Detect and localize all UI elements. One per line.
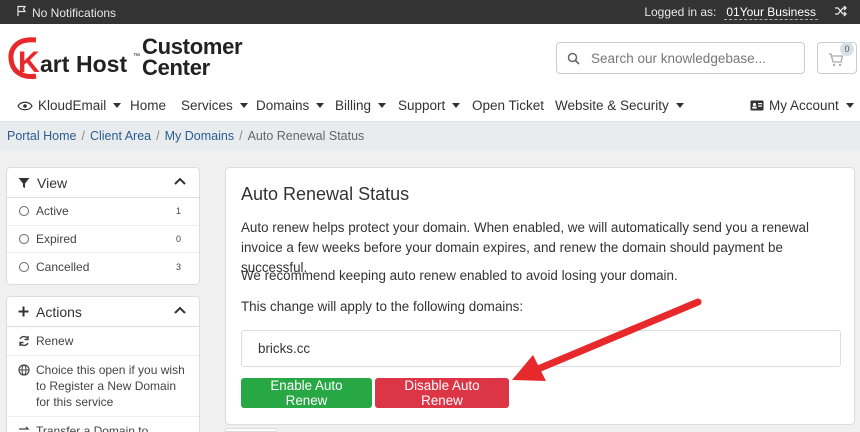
site-header: K art Host ™ Customer Center 0 [0, 24, 860, 90]
chevron-down-icon [239, 103, 248, 108]
logged-in-info: Logged in as: 01Your Business [644, 5, 818, 20]
breadcrumb-portal-home[interactable]: Portal Home [7, 129, 76, 143]
top-bar: No Notifications Logged in as: 01Your Bu… [0, 0, 860, 24]
svg-text:art: art [40, 51, 70, 77]
filter-icon [18, 177, 30, 188]
main-navbar: KloudEmail Home Services Domains Billing… [0, 90, 860, 122]
count-badge: 1 [175, 206, 181, 217]
svg-text:K: K [18, 46, 40, 79]
logged-in-label: Logged in as: [644, 5, 717, 19]
auto-renewal-card: Auto Renewal Status Auto renew helps pro… [225, 167, 855, 425]
breadcrumb-my-domains[interactable]: My Domains [165, 129, 234, 143]
disable-auto-renew-button[interactable]: Disable Auto Renew [375, 378, 509, 408]
actions-panel-header[interactable]: Actions [7, 297, 199, 327]
action-register-domain[interactable]: Choice this open if you wish to Register… [7, 356, 199, 417]
notifications-link[interactable]: No Notifications [16, 5, 116, 20]
transfer-icon [19, 426, 30, 430]
filter-cancelled[interactable]: Cancelled 3 [7, 253, 199, 281]
search-input[interactable] [591, 49, 796, 67]
notifications-label: No Notifications [32, 5, 117, 20]
view-panel: View Active 1 Expired 0 Cancelled 3 [6, 167, 200, 285]
nav-support[interactable]: Support [398, 98, 461, 113]
count-badge: 0 [175, 233, 181, 244]
chevron-down-icon [675, 103, 684, 108]
radio-icon [19, 233, 29, 244]
breadcrumb-client-area[interactable]: Client Area [90, 129, 151, 143]
refresh-icon [19, 335, 29, 347]
search-icon [567, 52, 580, 65]
domain-list-item: bricks.cc [241, 330, 841, 367]
svg-text:Host: Host [76, 51, 127, 77]
nav-website-security[interactable]: Website & Security [555, 98, 684, 113]
cart-button[interactable]: 0 [817, 42, 857, 74]
nav-open-ticket[interactable]: Open Ticket [472, 98, 544, 113]
nav-kloudemail[interactable]: KloudEmail [17, 98, 122, 113]
id-card-icon [750, 100, 764, 111]
enable-auto-renew-button[interactable]: Enable Auto Renew [241, 378, 372, 408]
karthost-logo[interactable]: K art Host ™ Customer Center [6, 34, 256, 84]
chevron-down-icon [316, 103, 325, 108]
nav-services[interactable]: Services [181, 98, 248, 113]
chevron-up-icon[interactable] [174, 306, 186, 314]
plus-icon [18, 306, 29, 317]
view-panel-header[interactable]: View [7, 168, 199, 198]
nav-domains[interactable]: Domains [256, 98, 325, 113]
knowledgebase-search[interactable] [556, 42, 805, 74]
page-title: Auto Renewal Status [241, 184, 410, 204]
breadcrumb: Portal Home / Client Area / My Domains / Auto … [0, 122, 860, 150]
chevron-down-icon [378, 103, 387, 108]
filter-active[interactable]: Active 1 [7, 198, 199, 226]
eye-icon [17, 101, 33, 110]
nav-billing[interactable]: Billing [335, 98, 387, 113]
business-name-link[interactable]: 01Your Business [724, 5, 818, 20]
count-badge: 3 [175, 261, 181, 272]
shuffle-icon[interactable] [834, 4, 848, 21]
chevron-down-icon [845, 103, 854, 108]
action-renew[interactable]: Renew [7, 327, 199, 356]
chevron-down-icon [452, 103, 461, 108]
filter-expired[interactable]: Expired 0 [7, 226, 199, 253]
nav-home[interactable]: Home [130, 98, 166, 113]
nav-my-account[interactable]: My Account [750, 98, 854, 113]
chevron-up-icon[interactable] [174, 177, 186, 185]
radio-icon [19, 206, 29, 217]
svg-text:™: ™ [133, 53, 140, 60]
flag-icon [16, 5, 28, 20]
next-card-edge [225, 428, 277, 432]
customer-center-title: Customer Center [142, 34, 243, 80]
chevron-down-icon [113, 103, 122, 108]
breadcrumb-current: Auto Renewal Status [247, 129, 365, 143]
applies-to-paragraph: This change will apply to the following … [241, 299, 524, 314]
action-transfer-domain[interactable]: Transfer a Domain to [7, 417, 199, 432]
cart-icon [829, 53, 844, 67]
actions-panel: Actions Renew Choice this open if you wi… [6, 296, 200, 432]
recommend-paragraph: We recommend keeping auto renew enabled … [241, 268, 678, 283]
globe-icon [18, 364, 30, 376]
radio-icon [19, 261, 29, 272]
